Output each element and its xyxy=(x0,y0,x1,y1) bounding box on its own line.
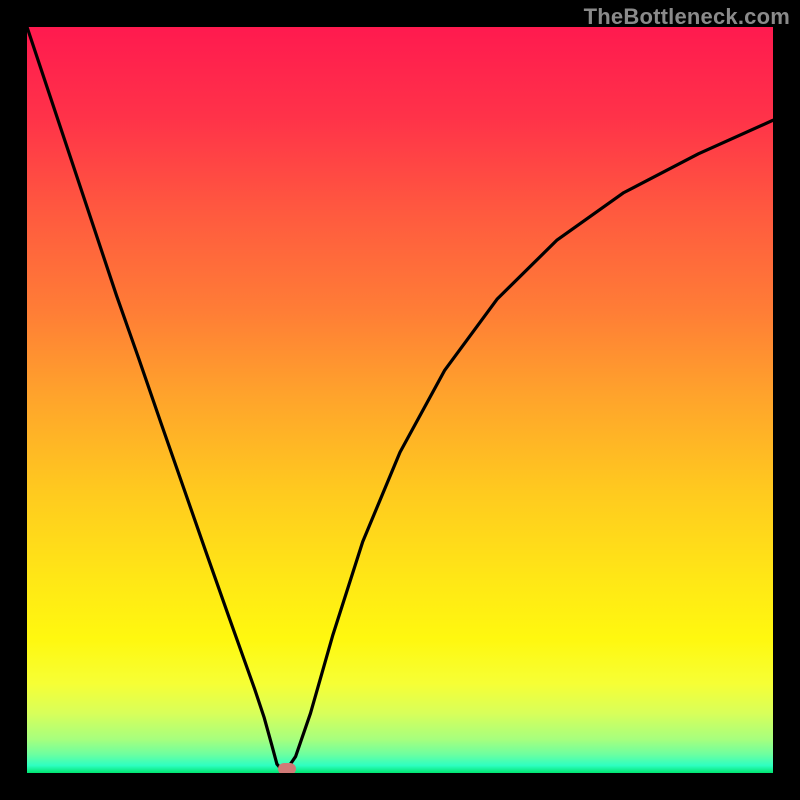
optimal-point-marker xyxy=(278,763,296,773)
chart-frame: TheBottleneck.com xyxy=(0,0,800,800)
watermark-text: TheBottleneck.com xyxy=(584,4,790,30)
background-gradient xyxy=(27,27,773,773)
plot-area xyxy=(27,27,773,773)
